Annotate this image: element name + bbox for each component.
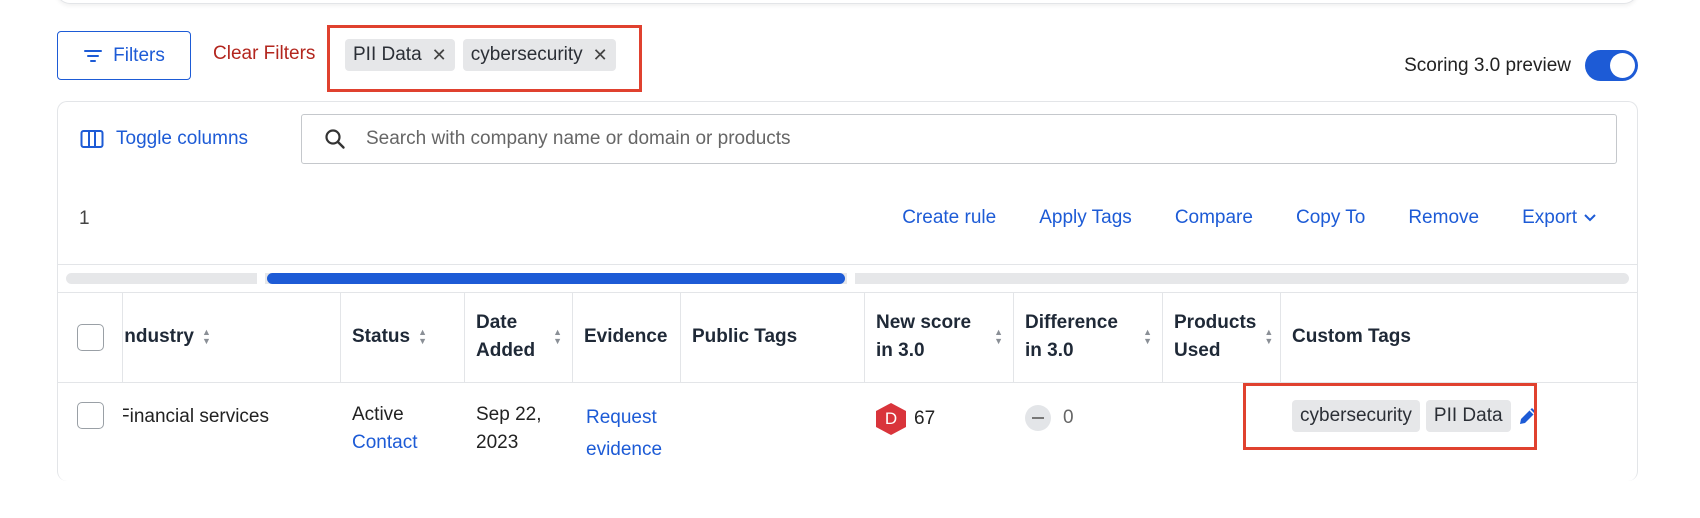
- header-products-used-label: Products Used: [1174, 312, 1257, 361]
- scoring-preview-label: Scoring 3.0 preview: [1404, 54, 1571, 76]
- copy-to-button[interactable]: Copy To: [1296, 207, 1365, 229]
- toggle-knob: [1610, 53, 1635, 78]
- create-rule-button[interactable]: Create rule: [902, 207, 996, 229]
- cell-date-added: Sep 22, 2023: [465, 383, 573, 481]
- columns-icon: [80, 130, 104, 148]
- status-value: Active: [352, 404, 404, 425]
- search-input[interactable]: [366, 128, 1566, 150]
- filter-chip-pii-data: PII Data ✕: [345, 39, 455, 71]
- header-status[interactable]: Status ▲ ▼: [341, 292, 465, 382]
- sort-icon: ▲ ▼: [1264, 327, 1274, 346]
- bulk-actions: Create rule Apply Tags Compare Copy To R…: [902, 207, 1597, 229]
- cell-industry: Financial services: [123, 383, 341, 481]
- select-all-checkbox[interactable]: [76, 323, 104, 351]
- horizontal-scrollbar[interactable]: [66, 273, 1629, 284]
- scoring-preview-toggle[interactable]: [1585, 50, 1638, 81]
- export-button[interactable]: Export: [1522, 207, 1597, 229]
- header-date-added-label: Date Added: [476, 312, 536, 361]
- cell-new-score: D 67: [865, 383, 1014, 481]
- table-header-row: Industry ▲ ▼ Status ▲ ▼ Date Added ▲ ▼ Evid…: [58, 292, 1637, 383]
- header-status-label: Status: [352, 326, 411, 347]
- row-checkbox[interactable]: [77, 402, 104, 429]
- scrollbar-track-gap: [257, 273, 265, 284]
- header-evidence: Evidence: [573, 292, 681, 382]
- toggle-columns-label: Toggle columns: [116, 128, 249, 149]
- header-difference-label: Difference in 3.0: [1025, 312, 1118, 361]
- cell-evidence: Request evidence: [573, 383, 681, 481]
- header-difference[interactable]: Difference in 3.0 ▲ ▼: [1014, 292, 1163, 382]
- selected-count: 1: [79, 208, 90, 229]
- close-icon[interactable]: ✕: [593, 45, 608, 66]
- header-new-score[interactable]: New score in 3.0 ▲ ▼: [865, 292, 1014, 382]
- cell-custom-tags: cybersecurity PII Data: [1281, 383, 1637, 481]
- row-select-cell: [58, 383, 123, 481]
- filter-chip-label: cybersecurity: [470, 44, 583, 65]
- export-label: Export: [1522, 207, 1577, 228]
- filter-chip-label: PII Data: [353, 44, 422, 65]
- table-row: Financial services Active Contact Sep 22…: [58, 383, 1637, 481]
- header-custom-tags-label: Custom Tags: [1292, 326, 1411, 347]
- scrollbar-thumb[interactable]: [267, 273, 845, 284]
- header-industry-label: Industry: [123, 326, 194, 347]
- header-industry[interactable]: Industry ▲ ▼: [123, 292, 341, 382]
- sort-icon: ▲ ▼: [1143, 327, 1152, 346]
- sort-icon: ▲ ▼: [418, 327, 427, 346]
- chevron-down-icon: [1584, 214, 1596, 222]
- new-score-value: 67: [914, 408, 936, 429]
- header-select-cell: [58, 292, 123, 382]
- header-public-tags-label: Public Tags: [692, 326, 798, 347]
- header-new-score-label: New score in 3.0: [876, 312, 972, 361]
- sort-icon: ▲ ▼: [553, 327, 562, 346]
- divider: [58, 264, 1637, 265]
- toggle-columns-button[interactable]: Toggle columns: [80, 128, 248, 150]
- header-products-used[interactable]: Products Used ▲ ▼: [1163, 292, 1281, 382]
- industry-value: Financial services: [123, 406, 269, 427]
- header-custom-tags: Custom Tags: [1281, 292, 1637, 382]
- compare-button[interactable]: Compare: [1175, 207, 1253, 229]
- custom-tag-pii-data: PII Data: [1425, 400, 1511, 432]
- pencil-icon[interactable]: [1517, 405, 1539, 427]
- request-evidence-link[interactable]: Request evidence: [586, 407, 662, 460]
- cell-public-tags: [681, 383, 865, 481]
- search-box: [301, 114, 1617, 164]
- custom-tag-cybersecurity: cybersecurity: [1292, 400, 1420, 432]
- sort-icon: ▲ ▼: [994, 327, 1003, 346]
- cell-status: Active Contact: [341, 383, 465, 481]
- clear-filters-link[interactable]: Clear Filters: [213, 43, 315, 65]
- vendors-table-panel: Toggle columns 1 Create rule Apply Tags …: [57, 101, 1638, 481]
- grade-badge: D: [876, 403, 906, 435]
- date-added-value: Sep 22, 2023: [476, 404, 542, 453]
- header-date-added[interactable]: Date Added ▲ ▼: [465, 292, 573, 382]
- filter-chip-cybersecurity: cybersecurity ✕: [462, 39, 616, 71]
- filters-button-label: Filters: [113, 44, 165, 66]
- cell-products-used: [1163, 383, 1281, 481]
- filter-lines-icon: [84, 49, 103, 62]
- remove-button[interactable]: Remove: [1408, 207, 1479, 229]
- filters-button[interactable]: Filters: [57, 31, 191, 80]
- scrollbar-track-gap: [847, 273, 855, 284]
- header-evidence-label: Evidence: [584, 326, 668, 347]
- header-public-tags: Public Tags: [681, 292, 865, 382]
- scoring-preview-control: Scoring 3.0 preview: [1404, 50, 1638, 81]
- contact-link[interactable]: Contact: [352, 429, 465, 457]
- no-change-icon: [1025, 405, 1051, 431]
- sort-icon: ▲ ▼: [201, 327, 211, 346]
- close-icon[interactable]: ✕: [432, 45, 447, 66]
- apply-tags-button[interactable]: Apply Tags: [1039, 207, 1132, 229]
- difference-value: 0: [1063, 407, 1074, 428]
- search-icon: [325, 129, 345, 149]
- active-filter-chips: PII Data ✕ cybersecurity ✕: [345, 39, 616, 71]
- cell-difference: 0: [1014, 383, 1163, 481]
- top-card-edge: [56, 0, 1638, 4]
